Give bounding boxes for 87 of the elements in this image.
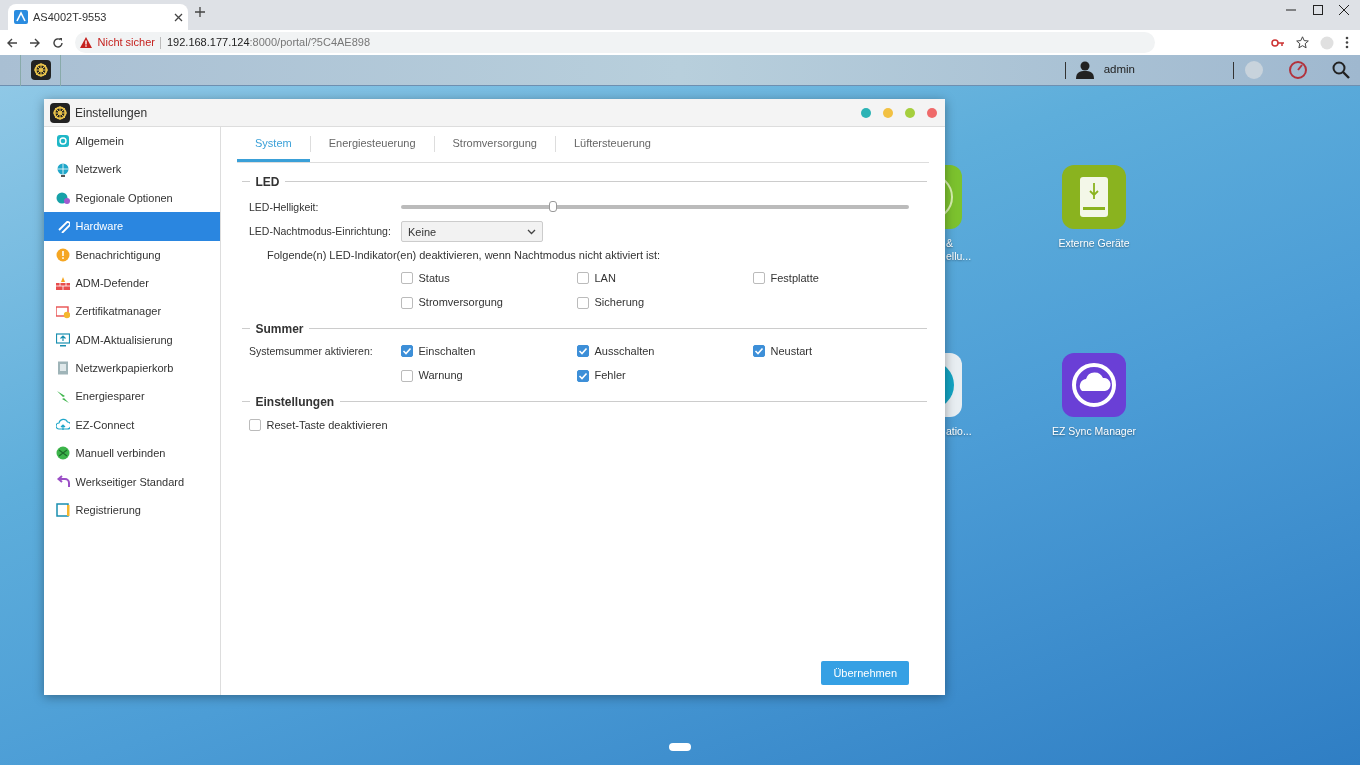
help-button[interactable]	[860, 107, 871, 118]
dock-handle[interactable]	[669, 743, 691, 751]
sidebar-item[interactable]: Registrierung	[44, 496, 220, 525]
checkbox-label[interactable]: Warnung	[418, 367, 463, 384]
checkbox[interactable]	[401, 345, 413, 357]
cloud-sync-icon[interactable]	[1062, 353, 1126, 417]
address-bar[interactable]: Nicht sicher 192.168.177.124:8000/portal/?5C4AE898	[74, 32, 1155, 53]
key-icon[interactable]	[1271, 37, 1285, 48]
gauge-icon[interactable]	[1288, 60, 1308, 80]
sidebar-item[interactable]: ADM-Defender	[44, 268, 220, 298]
user-icon[interactable]	[1075, 61, 1094, 79]
field-label: Systemsummer aktivieren:	[249, 344, 373, 357]
slider-thumb[interactable]	[549, 201, 558, 213]
sidebar-item[interactable]: Netzwerkpapierkorb	[44, 354, 220, 383]
menu-icon[interactable]	[1345, 36, 1349, 49]
settings-icon[interactable]	[30, 60, 51, 80]
search-icon[interactable]	[1332, 61, 1350, 79]
new-tab-icon[interactable]	[193, 5, 206, 18]
upload-icon	[56, 332, 70, 347]
checkbox[interactable]	[401, 369, 413, 382]
clipboard-icon	[56, 503, 70, 518]
sidebar-item[interactable]: Netzwerk	[44, 155, 220, 184]
tab[interactable]: Energiesteuerung	[310, 127, 434, 162]
maximize-icon[interactable]	[1312, 5, 1323, 15]
undo-arrow-icon	[56, 474, 70, 489]
sidebar-item[interactable]: Werkseitiger Standard	[44, 467, 220, 497]
checkbox[interactable]	[577, 272, 589, 284]
checkbox-label[interactable]: Stromversorgung	[418, 294, 503, 311]
ring-app-icon[interactable]	[945, 165, 962, 229]
app-logo-icon	[49, 102, 70, 123]
field-label: LED-Nachtmodus-Einrichtung:	[249, 224, 391, 237]
checkbox-label[interactable]: Fehler	[594, 367, 626, 384]
checkbox[interactable]	[401, 272, 413, 284]
checkbox-label[interactable]: Einschalten	[418, 342, 476, 360]
back-icon[interactable]	[5, 36, 18, 49]
tab[interactable]: Stromversorgung	[434, 127, 555, 162]
checkbox-label[interactable]: Sicherung	[594, 294, 645, 311]
globe-pin-icon	[56, 190, 70, 205]
checkbox[interactable]	[753, 345, 765, 357]
checkbox[interactable]	[577, 345, 589, 357]
close-icon[interactable]	[173, 12, 183, 22]
section-heading: Einstellungen	[255, 393, 335, 411]
firewall-icon	[56, 276, 70, 291]
sidebar-item[interactable]: EZ-Connect	[44, 410, 220, 440]
checkbox-label[interactable]: Ausschalten	[594, 342, 655, 360]
checkbox-label[interactable]: Festplatte	[770, 269, 819, 287]
checkbox[interactable]	[249, 419, 261, 431]
checkbox[interactable]	[753, 272, 765, 284]
browser-tab[interactable]: AS4002T-9553	[8, 4, 188, 30]
sidebar-item[interactable]: Zertifikatmanager	[44, 297, 220, 326]
hint-text: Folgende(n) LED-Indikator(en) deaktivieren, wenn Nachtmodus nicht aktiviert ist:	[267, 249, 661, 262]
window-title: Einstellungen	[75, 104, 148, 122]
checkbox-label[interactable]: Status	[418, 269, 450, 287]
site-icon	[13, 10, 28, 24]
close-icon[interactable]	[1339, 5, 1349, 15]
sidebar-item[interactable]: Benachrichtigung	[44, 240, 220, 269]
user-name[interactable]: admin	[1103, 61, 1135, 79]
tab[interactable]: Lüftersteuerung	[555, 127, 669, 162]
sidebar-item[interactable]: Hardware	[44, 212, 220, 241]
field-label: LED-Helligkeit:	[249, 200, 319, 213]
sidebar-item[interactable]: Allgemein	[44, 127, 220, 156]
cloud-upload-icon	[56, 418, 70, 433]
dropdown[interactable]: Keine	[401, 221, 543, 243]
checkbox-label[interactable]: Reset-Taste deaktivieren	[266, 416, 388, 434]
close-button[interactable]	[926, 107, 937, 118]
sidebar-item[interactable]: Energiesparer	[44, 382, 220, 411]
alert-icon	[56, 247, 70, 262]
maximize-button[interactable]	[904, 107, 915, 118]
section-heading: LED	[255, 173, 280, 191]
section-heading: Summer	[255, 320, 304, 338]
warning-icon	[80, 37, 92, 48]
certificate-icon	[56, 304, 70, 319]
globe-icon	[56, 162, 70, 177]
caret-icon	[527, 228, 536, 235]
sidebar-item[interactable]: Regionale Optionen	[44, 183, 220, 213]
app-icon[interactable]	[945, 353, 962, 417]
drive-icon[interactable]	[1062, 165, 1126, 229]
checkbox-label[interactable]: LAN	[594, 269, 616, 287]
star-icon[interactable]	[1296, 36, 1309, 49]
reload-icon[interactable]	[51, 36, 64, 49]
checkbox[interactable]	[401, 296, 413, 309]
sidebar-item[interactable]: Manuell verbinden	[44, 439, 220, 468]
sidebar-item[interactable]: ADM-Aktualisierung	[44, 325, 220, 355]
forward-icon[interactable]	[28, 36, 41, 49]
checkbox[interactable]	[577, 369, 589, 382]
checkbox[interactable]	[577, 296, 589, 309]
checkbox-label[interactable]: Neustart	[770, 342, 813, 360]
